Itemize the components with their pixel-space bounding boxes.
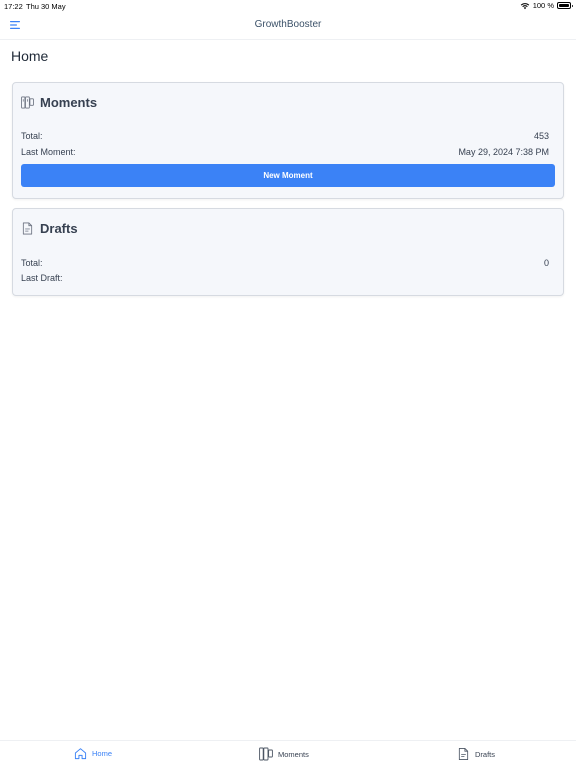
tab-drafts[interactable]: Drafts bbox=[457, 747, 495, 761]
battery-icon bbox=[557, 2, 573, 9]
status-indicators: 100 % bbox=[520, 1, 573, 10]
wifi-icon bbox=[520, 2, 529, 9]
moments-total-label: Total: bbox=[21, 131, 43, 141]
moments-card: Moments Total: 453 Last Moment: May 29, … bbox=[12, 82, 564, 199]
tab-moments-label: Moments bbox=[278, 749, 309, 759]
status-time: 17:22 bbox=[4, 2, 23, 11]
moments-last-row: Last Moment: May 29, 2024 7:38 PM bbox=[21, 147, 549, 157]
home-icon bbox=[74, 748, 87, 760]
battery-percent: 100 % bbox=[532, 1, 554, 10]
page-title: Home bbox=[11, 48, 49, 64]
tab-home[interactable]: Home bbox=[74, 747, 112, 760]
drafts-total-label: Total: bbox=[21, 258, 43, 268]
drafts-card-title: Drafts bbox=[40, 221, 78, 236]
status-date: Thu 30 May bbox=[26, 2, 66, 11]
drafts-card-header: Drafts bbox=[21, 221, 78, 236]
moments-card-title: Moments bbox=[40, 95, 98, 110]
tab-drafts-label: Drafts bbox=[475, 749, 496, 759]
moments-last-label: Last Moment: bbox=[21, 147, 76, 157]
moments-icon bbox=[259, 747, 273, 761]
drafts-total-value: 0 bbox=[543, 258, 549, 268]
moments-icon bbox=[21, 96, 34, 109]
drafts-card: Drafts Total: 0 Last Draft: bbox=[12, 208, 564, 296]
app-header: GrowthBooster bbox=[0, 12, 576, 40]
document-icon bbox=[458, 748, 469, 760]
app-title: GrowthBooster bbox=[254, 19, 322, 30]
tab-moments[interactable]: Moments bbox=[259, 747, 309, 761]
new-moment-button[interactable]: New Moment bbox=[21, 164, 555, 187]
drafts-total-row: Total: 0 bbox=[21, 258, 549, 268]
moments-total-value: 453 bbox=[533, 131, 549, 141]
moments-total-row: Total: 453 bbox=[21, 131, 549, 141]
moments-last-value: May 29, 2024 7:38 PM bbox=[458, 147, 549, 157]
document-icon bbox=[22, 222, 33, 235]
tab-home-label: Home bbox=[92, 749, 113, 758]
moments-card-header: Moments bbox=[21, 95, 97, 110]
drafts-last-row: Last Draft: bbox=[21, 273, 549, 283]
drafts-last-label: Last Draft: bbox=[21, 273, 63, 283]
tab-bar: Home Moments Drafts bbox=[0, 740, 576, 768]
status-bar: 17:22 Thu 30 May 100 % bbox=[0, 0, 576, 12]
